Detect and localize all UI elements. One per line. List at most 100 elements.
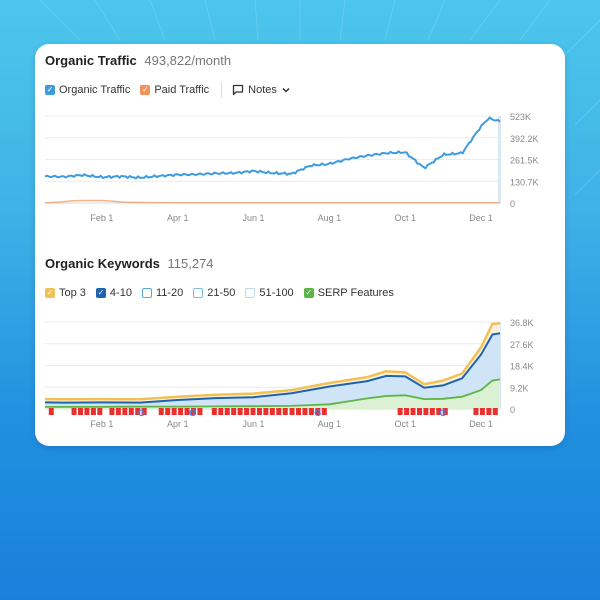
legend-51-100[interactable]: 51-100	[245, 287, 294, 299]
legend-4-10[interactable]: ✓ 4-10	[95, 287, 132, 299]
annotation-flag-icon	[231, 408, 237, 415]
annotation-flag-icon	[178, 408, 184, 415]
y-tick-label: 130.7K	[510, 177, 539, 187]
annotation-flag-icon	[397, 408, 403, 415]
legend-label: 21-50	[207, 287, 236, 299]
annotation-flag-icon	[48, 408, 54, 415]
keywords-value: 115,274	[167, 256, 214, 271]
annotation-flag-icon	[423, 408, 429, 415]
checkbox-checked-icon: ✓	[45, 85, 55, 95]
x-tick-label: Aug 1	[318, 419, 342, 429]
legend-top3[interactable]: ✓ Top 3	[45, 287, 86, 299]
x-tick-label: Aug 1	[318, 213, 342, 223]
annotation-flag-icon	[416, 408, 422, 415]
notes-dropdown[interactable]: Notes	[232, 84, 291, 96]
traffic-value: 493,822/month	[144, 53, 232, 68]
annotation-flag-icon	[97, 408, 103, 415]
legend-label: SERP Features	[317, 287, 394, 299]
legend-label: 11-20	[155, 287, 184, 299]
annotation-flag-icon	[492, 408, 498, 415]
traffic-title: Organic Traffic	[45, 53, 137, 68]
y-tick-label: 392.2K	[510, 134, 539, 144]
legend-organic-traffic[interactable]: ✓ Organic Traffic	[45, 84, 130, 96]
x-tick-label: Feb 1	[90, 213, 113, 223]
annotation-flag-icon	[479, 408, 485, 415]
annotation-flag-icon	[256, 408, 262, 415]
legend-label: Top 3	[59, 287, 86, 299]
checkbox-unchecked-icon	[193, 288, 204, 298]
annotation-flag-icon	[109, 408, 115, 415]
comment-icon	[233, 84, 244, 96]
legend-label: Organic Traffic	[59, 84, 131, 96]
y-tick-label: 18.4K	[510, 362, 534, 372]
annotation-flag-icon	[289, 408, 295, 415]
traffic-legend: ✓ Organic Traffic ✓ Paid Traffic Notes	[45, 82, 291, 98]
checkbox-unchecked-icon	[141, 288, 152, 298]
annotation-flag-icon	[486, 408, 492, 415]
keywords-chart: 0 9.2K 18.4K 27.6K 36.8K Feb 1 Apr 1 Jun 1 Aug 1…	[44, 318, 534, 429]
y-tick-label: 27.6K	[510, 340, 534, 350]
annotation-flag-icon	[84, 408, 90, 415]
annotation-flag-icon	[171, 408, 177, 415]
y-tick-label: 261.5K	[510, 156, 539, 166]
x-tick-label: Jun 1	[243, 213, 265, 223]
annotation-flag-icon	[321, 408, 327, 415]
keywords-legend: ✓ Top 3 ✓ 4-10 11-20 21-50 51-100 ✓ SERP…	[45, 287, 404, 299]
annotation-flag-icon	[90, 408, 96, 415]
annotation-flag-icon	[296, 408, 302, 415]
annotation-flag-icon	[197, 408, 203, 415]
y-tick-label: 0	[510, 199, 515, 209]
annotation-flag-icon	[71, 408, 77, 415]
series-organic-traffic	[44, 116, 501, 180]
legend-21-50[interactable]: 21-50	[193, 287, 235, 299]
y-tick-label: 9.2K	[510, 383, 529, 393]
x-tick-label: Oct 1	[394, 213, 416, 223]
traffic-header: Organic Traffic 493,822/month	[45, 53, 231, 68]
google-update-icon: G	[314, 408, 321, 418]
annotation-flag-icon	[429, 408, 435, 415]
annotation-flag-icon	[269, 408, 275, 415]
legend-label: Paid Traffic	[154, 84, 210, 96]
annotation-flag-icon	[122, 408, 128, 415]
x-tick-label: Oct 1	[394, 419, 416, 429]
annotation-flag-icon	[115, 408, 121, 415]
annotation-flag-icon	[276, 408, 282, 415]
y-tick-label: 523K	[510, 112, 531, 122]
checkbox-checked-icon: ✓	[140, 85, 151, 95]
google-update-icon: G	[138, 408, 145, 418]
checkbox-checked-icon: ✓	[95, 288, 106, 298]
annotation-flag-icon	[263, 408, 269, 415]
annotation-flag-icon	[410, 408, 416, 415]
checkbox-checked-icon: ✓	[303, 288, 314, 298]
x-tick-label: Dec 1	[469, 213, 493, 223]
legend-11-20[interactable]: 11-20	[141, 287, 184, 299]
keywords-header: Organic Keywords 115,274	[45, 256, 214, 271]
x-tick-label: Feb 1	[90, 419, 113, 429]
annotation-flag-icon	[404, 408, 410, 415]
checkbox-unchecked-icon	[245, 288, 256, 298]
annotation-flag-icon	[302, 408, 308, 415]
checkbox-checked-icon: ✓	[45, 288, 55, 298]
x-tick-label: Apr 1	[167, 213, 189, 223]
annotation-flag-icon	[250, 408, 256, 415]
annotation-flag-icon	[308, 408, 314, 415]
x-tick-label: Dec 1	[469, 419, 493, 429]
notes-label: Notes	[248, 84, 277, 96]
area-4-10	[45, 333, 500, 409]
annotation-flag-icon	[128, 408, 134, 415]
annotation-flag-icon	[473, 408, 479, 415]
legend-label: 4-10	[109, 287, 132, 299]
annotation-flag-icon	[282, 408, 288, 415]
x-tick-label: Jun 1	[243, 419, 265, 429]
google-update-icon: G	[189, 408, 196, 418]
legend-serp-features[interactable]: ✓ SERP Features	[303, 287, 394, 299]
annotation-flag-icon	[211, 408, 217, 415]
annotation-flag-icon	[165, 408, 171, 415]
annotation-flag-icon	[218, 408, 224, 415]
legend-label: 51-100	[259, 287, 294, 299]
legend-paid-traffic[interactable]: ✓ Paid Traffic	[140, 84, 209, 96]
annotation-flag-icon	[158, 408, 164, 415]
y-tick-label: 0	[510, 405, 515, 415]
annotation-flag-icon	[244, 408, 250, 415]
y-tick-label: 36.8K	[510, 318, 534, 328]
